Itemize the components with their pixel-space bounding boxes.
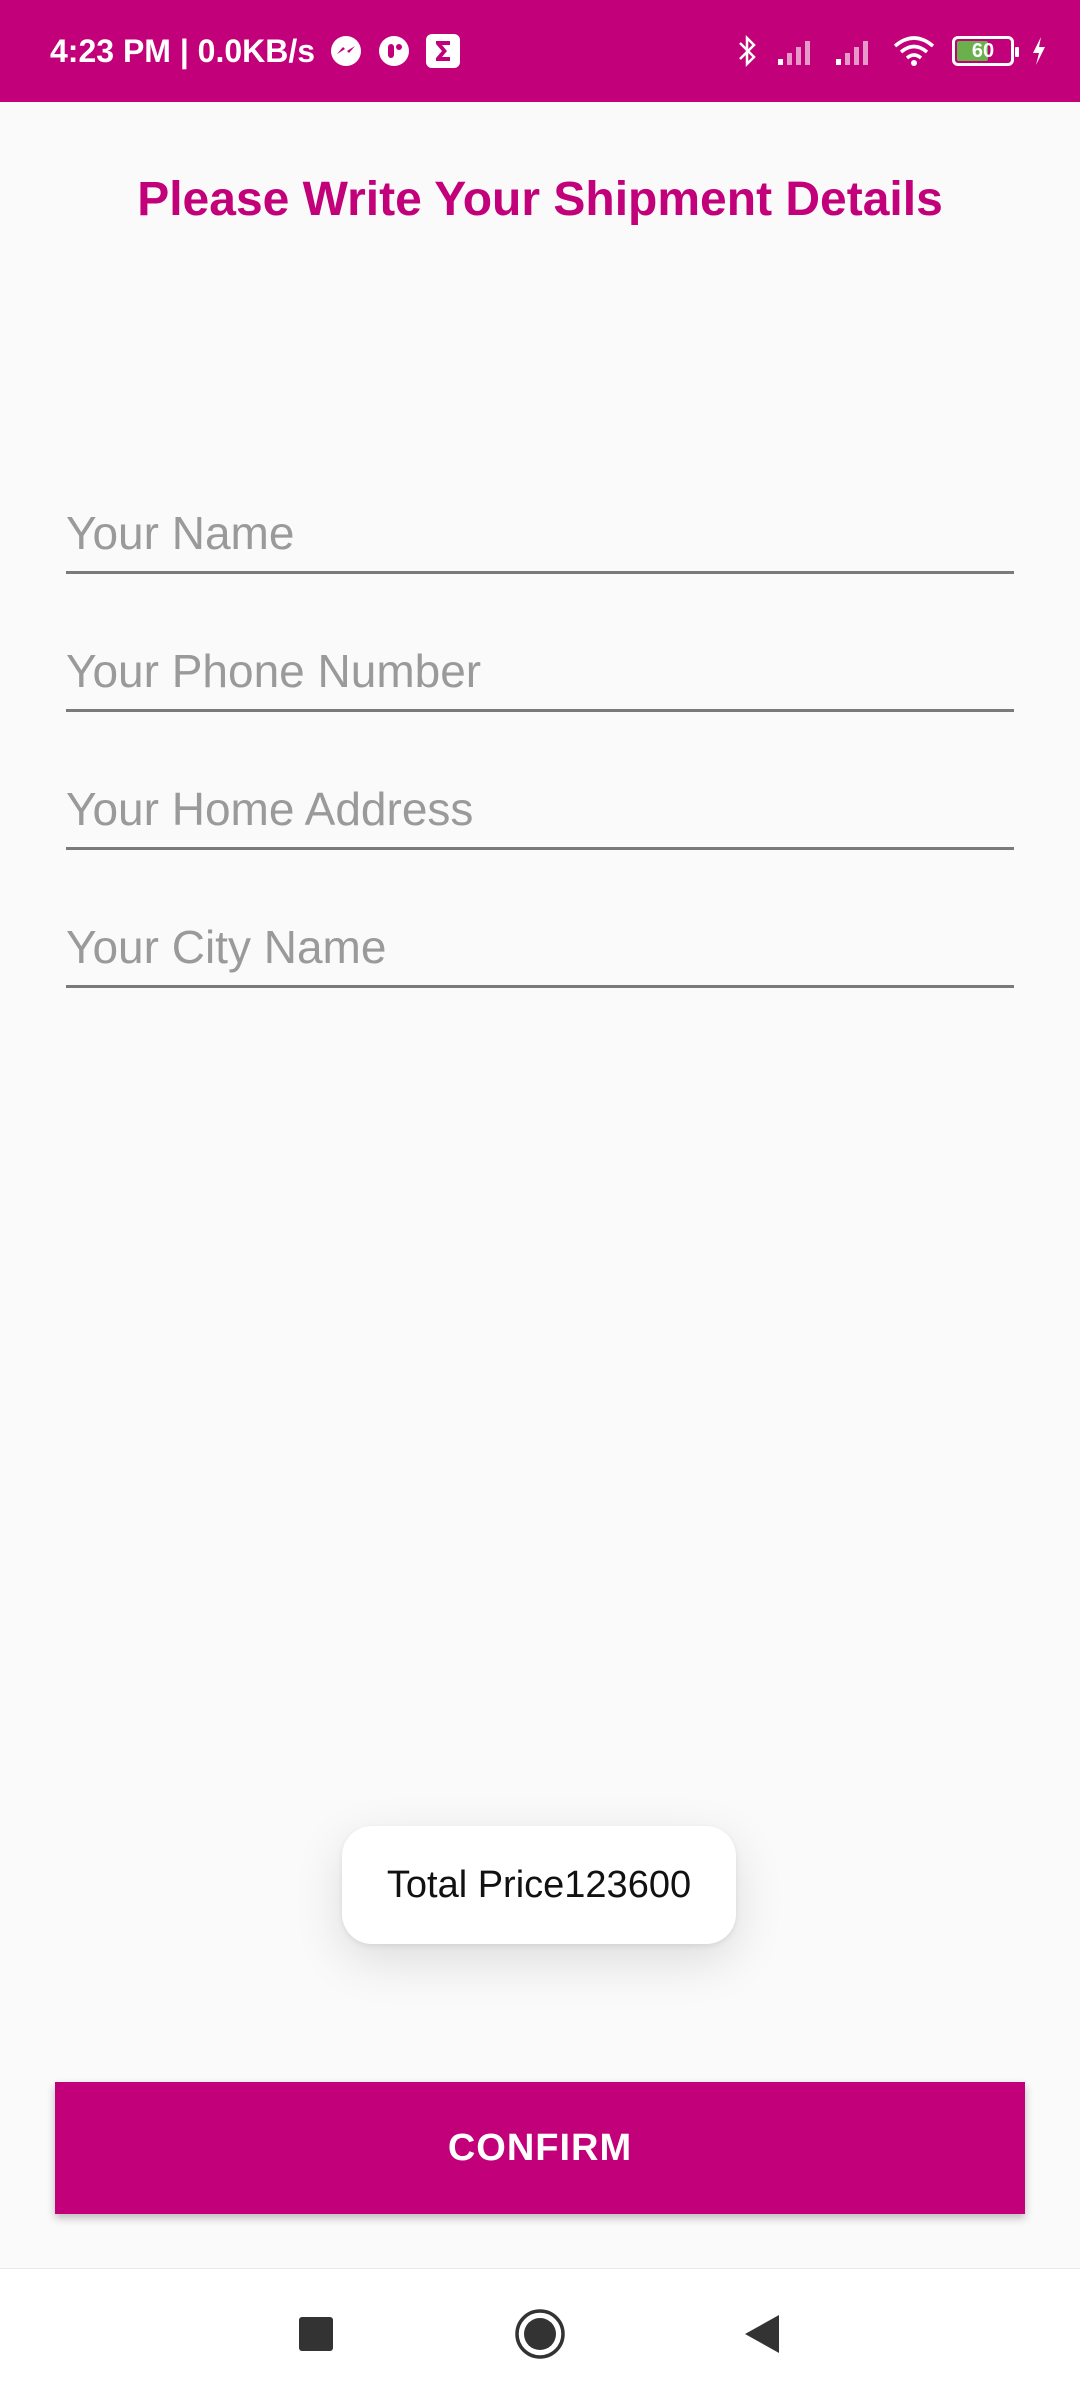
- status-bar: 4:23 PM | 0.0KB/s 60: [0, 0, 1080, 102]
- page-title: Please Write Your Shipment Details: [137, 173, 943, 226]
- back-icon[interactable]: [727, 2299, 797, 2369]
- wifi-icon: [892, 34, 936, 68]
- phone-input[interactable]: [66, 632, 1014, 712]
- home-icon[interactable]: [505, 2299, 575, 2369]
- address-input[interactable]: [66, 770, 1014, 850]
- navigation-bar: [0, 2268, 1080, 2400]
- status-right: 60: [736, 33, 1048, 69]
- name-input[interactable]: [66, 494, 1014, 574]
- confirm-button[interactable]: CONFIRM: [55, 2082, 1025, 2214]
- recent-apps-icon[interactable]: [281, 2299, 351, 2369]
- status-time-speed: 4:23 PM | 0.0KB/s: [50, 32, 316, 69]
- sigma-icon: [425, 33, 461, 69]
- battery-level-text: 60: [971, 39, 995, 62]
- charging-icon: [1030, 35, 1048, 67]
- signal-icon: [776, 35, 818, 67]
- bluetooth-icon: [736, 33, 760, 69]
- app-notification-icon: [377, 34, 411, 68]
- signal-icon: [834, 35, 876, 67]
- total-price-toast: Total Price123600: [342, 1826, 736, 1944]
- battery-icon: 60: [952, 36, 1019, 66]
- messenger-icon: [329, 34, 363, 68]
- status-left: 4:23 PM | 0.0KB/s: [50, 33, 461, 70]
- city-input[interactable]: [66, 908, 1014, 988]
- shipment-details-screen: 4:23 PM | 0.0KB/s 60 Please Write Your S…: [0, 0, 1080, 2400]
